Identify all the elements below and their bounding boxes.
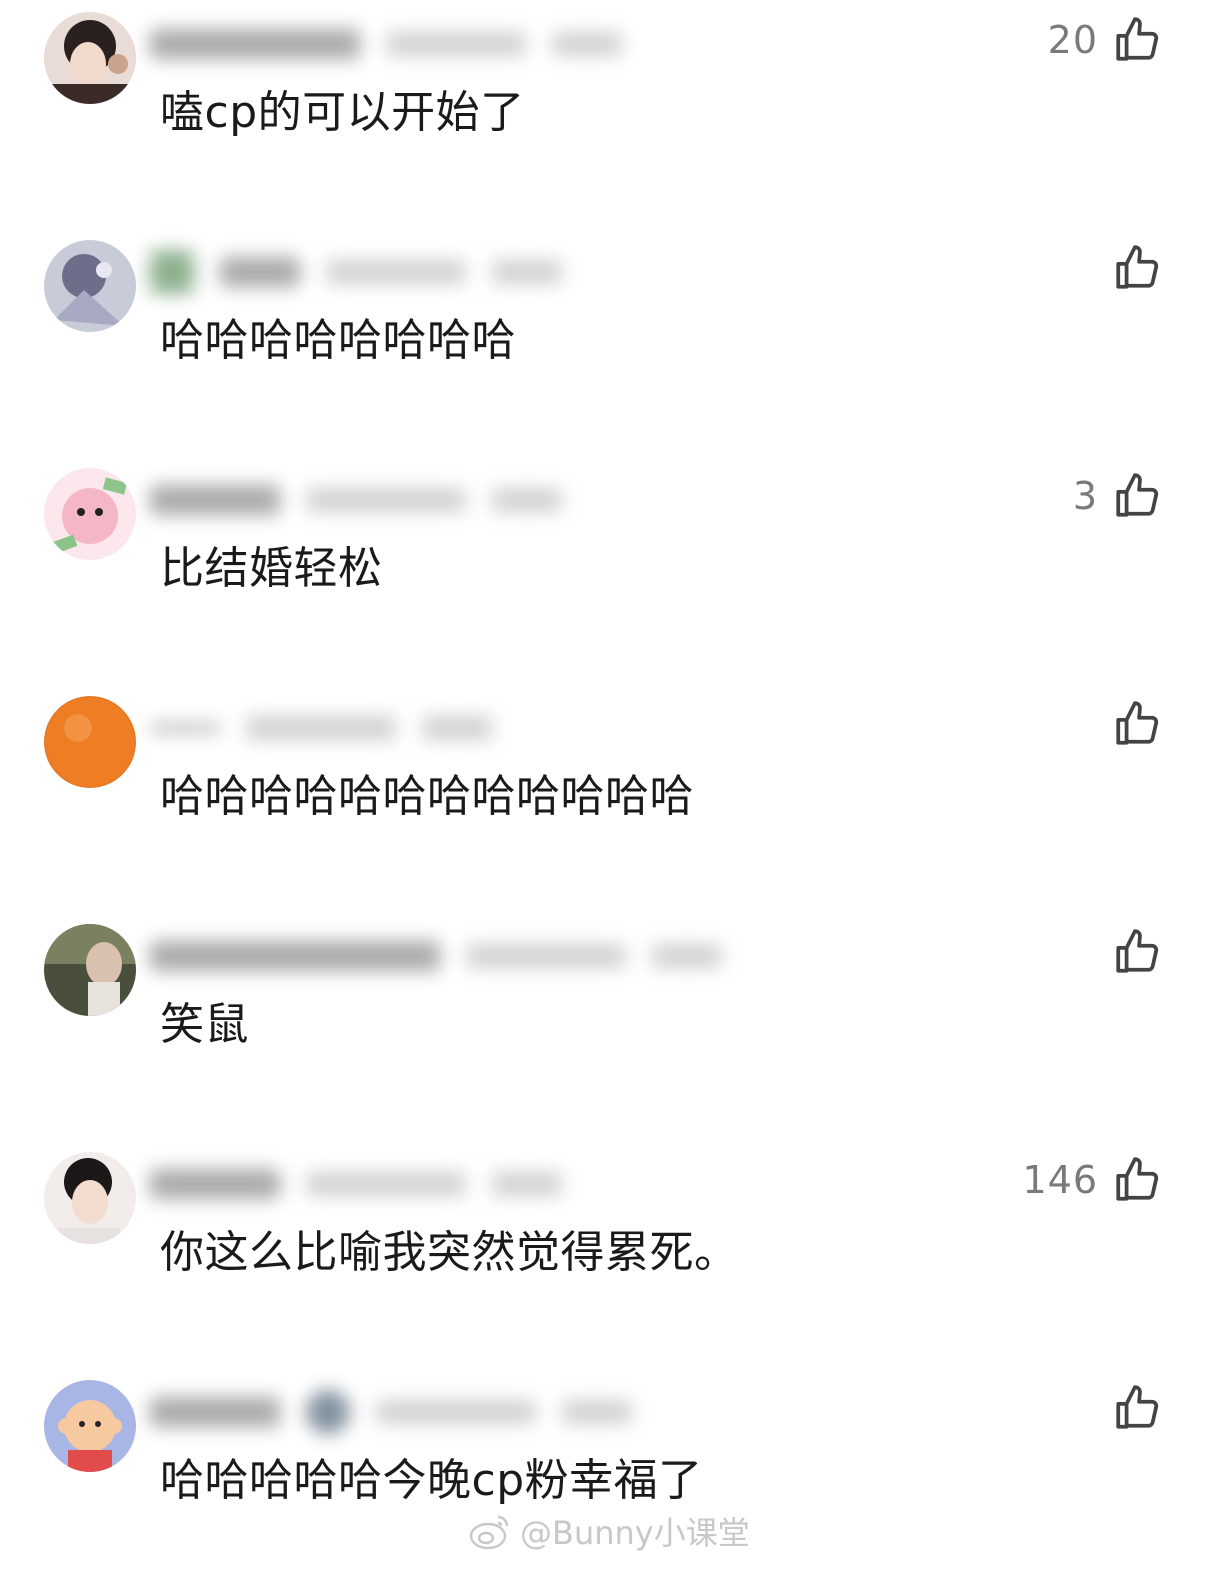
thumbs-up-icon[interactable]: [1112, 699, 1162, 749]
commenter-info-blurred: [150, 1158, 562, 1210]
comment-text: 哈哈哈哈哈哈哈哈哈哈哈哈: [160, 771, 694, 822]
commenter-info-blurred: [150, 1386, 632, 1438]
like-button[interactable]: [1098, 240, 1162, 296]
avatar[interactable]: [44, 240, 136, 332]
comment-text: 哈哈哈哈哈哈哈哈: [160, 315, 516, 366]
like-button[interactable]: 20: [1048, 12, 1162, 68]
like-button[interactable]: 146: [1022, 1152, 1162, 1208]
avatar[interactable]: [44, 696, 136, 788]
like-count: 3: [1072, 474, 1098, 518]
comment-text: 笑鼠: [160, 999, 249, 1050]
comment-item: 哈哈哈哈哈哈哈哈: [0, 228, 1206, 456]
commenter-info-blurred: [150, 702, 492, 754]
commenter-info-blurred: [150, 474, 562, 526]
like-button[interactable]: [1098, 696, 1162, 752]
like-count: 146: [1022, 1158, 1098, 1202]
watermark-text: @Bunny小课堂: [520, 1514, 750, 1552]
avatar[interactable]: [44, 1152, 136, 1244]
commenter-info-blurred: [150, 18, 622, 70]
commenter-info-blurred: [150, 246, 562, 298]
thumbs-up-icon[interactable]: [1112, 471, 1162, 521]
comment-item: 你这么比喻我突然觉得累死。 146: [0, 1140, 1206, 1368]
weibo-logo-icon: [468, 1511, 512, 1551]
like-button[interactable]: [1098, 1380, 1162, 1436]
comment-text: 你这么比喻我突然觉得累死。: [160, 1227, 739, 1278]
avatar[interactable]: [44, 924, 136, 1016]
watermark: @Bunny小课堂: [468, 1506, 750, 1556]
avatar[interactable]: [44, 12, 136, 104]
comment-item: 嗑cp的可以开始了 20: [0, 0, 1206, 228]
comment-item: 哈哈哈哈哈哈哈哈哈哈哈哈: [0, 684, 1206, 912]
thumbs-up-icon[interactable]: [1112, 1383, 1162, 1433]
like-button[interactable]: 3: [1073, 468, 1162, 524]
comment-item: 哈哈哈哈哈今晚cp粉幸福了: [0, 1368, 1206, 1596]
thumbs-up-icon[interactable]: [1112, 15, 1162, 65]
avatar[interactable]: [44, 468, 136, 560]
thumbs-up-icon[interactable]: [1112, 1155, 1162, 1205]
commenter-info-blurred: [150, 930, 722, 982]
like-button[interactable]: [1098, 924, 1162, 980]
comment-item: 笑鼠: [0, 912, 1206, 1140]
comment-text: 比结婚轻松: [160, 543, 383, 594]
like-count: 20: [1047, 18, 1098, 62]
avatar[interactable]: [44, 1380, 136, 1472]
comment-item: 比结婚轻松 3: [0, 456, 1206, 684]
comment-text: 嗑cp的可以开始了: [160, 87, 525, 138]
comment-text: 哈哈哈哈哈今晚cp粉幸福了: [160, 1455, 703, 1506]
thumbs-up-icon[interactable]: [1112, 243, 1162, 293]
thumbs-up-icon[interactable]: [1112, 927, 1162, 977]
